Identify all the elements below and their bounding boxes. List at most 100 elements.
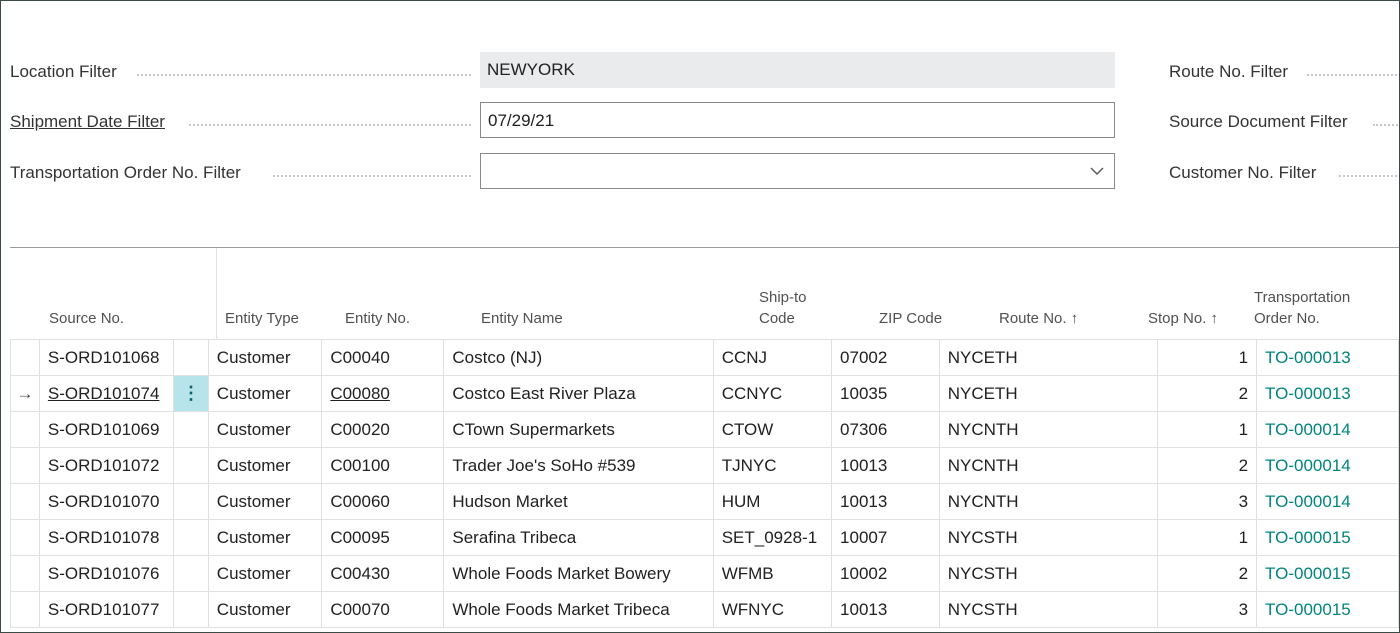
shipment-date-filter-input[interactable]: 07/29/21 xyxy=(480,102,1115,138)
header-entity-name[interactable]: Entity Name xyxy=(481,308,563,329)
zip-code-cell: 07306 xyxy=(831,411,940,448)
row-actions-cell[interactable] xyxy=(173,447,209,484)
entity-name-cell: Costco East River Plaza xyxy=(443,375,714,412)
transportation-order-cell[interactable]: TO-000014 xyxy=(1256,447,1399,484)
row-actions-cell[interactable] xyxy=(173,519,209,556)
source-no-cell[interactable]: S-ORD101068 xyxy=(38,339,175,376)
row-indicator xyxy=(10,339,40,376)
stop-no-cell: 3 xyxy=(1156,483,1258,520)
zip-code-cell: 10013 xyxy=(831,483,940,520)
entity-type-cell: Customer xyxy=(207,447,323,484)
table-row[interactable]: → S-ORD101074 ⋮ Customer C00080 Costco East R… xyxy=(10,375,1399,412)
entity-name-cell: Whole Foods Market Bowery xyxy=(443,555,714,592)
table-row[interactable]: S-ORD101078 Customer C00095 Serafina Tribec… xyxy=(10,519,1399,556)
entity-no-cell: C00100 xyxy=(321,447,445,484)
source-no-cell[interactable]: S-ORD101069 xyxy=(38,411,175,448)
row-indicator xyxy=(10,591,40,628)
header-entity-type[interactable]: Entity Type xyxy=(225,308,299,329)
leader-dots xyxy=(273,173,471,177)
table-row[interactable]: S-ORD101069 Customer C00020 CTown Supermark… xyxy=(10,411,1399,448)
source-no-cell[interactable]: S-ORD101078 xyxy=(38,519,175,556)
page-frame: Location Filter NEWYORK Shipment Date Fi… xyxy=(0,0,1400,633)
entity-no-cell: C00095 xyxy=(321,519,445,556)
entity-no-cell: C00040 xyxy=(321,339,445,376)
route-no-cell: NYCSTH xyxy=(938,591,1158,628)
transportation-order-cell[interactable]: TO-000015 xyxy=(1256,555,1399,592)
transportation-order-cell[interactable]: TO-000014 xyxy=(1256,411,1399,448)
row-indicator xyxy=(10,483,40,520)
header-route-no[interactable]: Route No. ↑ xyxy=(999,308,1078,329)
table-row[interactable]: S-ORD101072 Customer C00100 Trader Joe's So… xyxy=(10,447,1399,484)
transportation-order-cell[interactable]: TO-000015 xyxy=(1256,519,1399,556)
table-row[interactable]: S-ORD101077 Customer C00070 Whole Foods Mar… xyxy=(10,591,1399,628)
source-no-cell[interactable]: S-ORD101072 xyxy=(38,447,175,484)
entity-type-cell: Customer xyxy=(207,339,323,376)
entity-name-cell: Serafina Tribeca xyxy=(443,519,714,556)
source-no-cell[interactable]: S-ORD101077 xyxy=(38,591,175,628)
stop-no-cell: 2 xyxy=(1156,555,1258,592)
table-row[interactable]: S-ORD101076 Customer C00430 Whole Foods Mar… xyxy=(10,555,1399,592)
ship-to-code-cell: WFNYC xyxy=(712,591,833,628)
section-divider xyxy=(10,247,1399,248)
header-ship-to-line2: Code xyxy=(759,310,795,327)
source-no-cell[interactable]: S-ORD101070 xyxy=(38,483,175,520)
header-ship-to-line1: Ship-to xyxy=(759,289,807,306)
row-indicator xyxy=(10,411,40,448)
header-transportation-order-no[interactable]: Transportation Order No. xyxy=(1254,287,1350,329)
source-no-cell[interactable]: S-ORD101076 xyxy=(38,555,175,592)
entity-type-cell: Customer xyxy=(207,375,323,412)
row-actions-icon[interactable]: ⋮ xyxy=(173,375,209,412)
transportation-order-filter-label: Transportation Order No. Filter xyxy=(10,163,241,182)
shipment-date-filter-label[interactable]: Shipment Date Filter xyxy=(10,112,165,132)
header-transport-line2: Order No. xyxy=(1254,310,1320,327)
ship-to-code-cell: SET_0928-1 xyxy=(712,519,833,556)
entity-type-cell: Customer xyxy=(207,483,323,520)
entity-no-cell: C00060 xyxy=(321,483,445,520)
stop-no-cell: 3 xyxy=(1156,591,1258,628)
entity-type-cell: Customer xyxy=(207,411,323,448)
entity-no-cell: C00430 xyxy=(321,555,445,592)
route-no-cell: NYCETH xyxy=(938,339,1158,376)
chevron-down-icon[interactable] xyxy=(1090,164,1104,178)
entity-name-cell: Trader Joe's SoHo #539 xyxy=(443,447,714,484)
entity-name-cell: Costco (NJ) xyxy=(443,339,714,376)
leader-dots xyxy=(137,72,471,76)
row-indicator xyxy=(10,519,40,556)
row-actions-cell[interactable] xyxy=(173,339,209,376)
transportation-order-filter-dropdown[interactable] xyxy=(480,153,1115,189)
zip-code-cell: 10035 xyxy=(831,375,940,412)
zip-code-cell: 10002 xyxy=(831,555,940,592)
entity-type-cell: Customer xyxy=(207,555,323,592)
ship-to-code-cell: CCNJ xyxy=(712,339,833,376)
row-actions-cell[interactable] xyxy=(173,555,209,592)
header-ship-to-code[interactable]: Ship-to Code xyxy=(759,287,807,329)
source-no-cell[interactable]: S-ORD101074 xyxy=(38,375,175,412)
row-actions-cell[interactable] xyxy=(173,483,209,520)
location-filter-label: Location Filter xyxy=(10,62,117,81)
header-zip-code[interactable]: ZIP Code xyxy=(879,308,942,329)
ship-to-code-cell: TJNYC xyxy=(712,447,833,484)
entity-name-cell: Whole Foods Market Tribeca xyxy=(443,591,714,628)
transportation-order-cell[interactable]: TO-000013 xyxy=(1256,339,1399,376)
header-entity-no[interactable]: Entity No. xyxy=(345,308,410,329)
ship-to-code-cell: CTOW xyxy=(712,411,833,448)
row-actions-cell[interactable] xyxy=(173,411,209,448)
transportation-order-cell[interactable]: TO-000013 xyxy=(1256,375,1399,412)
stop-no-cell: 2 xyxy=(1156,447,1258,484)
header-stop-no[interactable]: Stop No. ↑ xyxy=(1148,308,1218,329)
ship-to-code-cell: WFMB xyxy=(712,555,833,592)
zip-code-cell: 10013 xyxy=(831,591,940,628)
customer-filter-label: Customer No. Filter xyxy=(1169,163,1317,182)
route-no-cell: NYCNTH xyxy=(938,483,1158,520)
transportation-order-cell[interactable]: TO-000015 xyxy=(1256,591,1399,628)
table-row[interactable]: S-ORD101070 Customer C00060 Hudson Market HU… xyxy=(10,483,1399,520)
transportation-order-cell[interactable]: TO-000014 xyxy=(1256,483,1399,520)
table-row[interactable]: S-ORD101068 Customer C00040 Costco (NJ) CCNJ… xyxy=(10,339,1399,376)
zip-code-cell: 10007 xyxy=(831,519,940,556)
header-source-no[interactable]: Source No. xyxy=(49,308,124,329)
row-actions-cell[interactable] xyxy=(173,591,209,628)
route-filter-label: Route No. Filter xyxy=(1169,62,1289,81)
zip-code-cell: 07002 xyxy=(831,339,940,376)
route-no-cell: NYCSTH xyxy=(938,519,1158,556)
entity-type-cell: Customer xyxy=(207,591,323,628)
